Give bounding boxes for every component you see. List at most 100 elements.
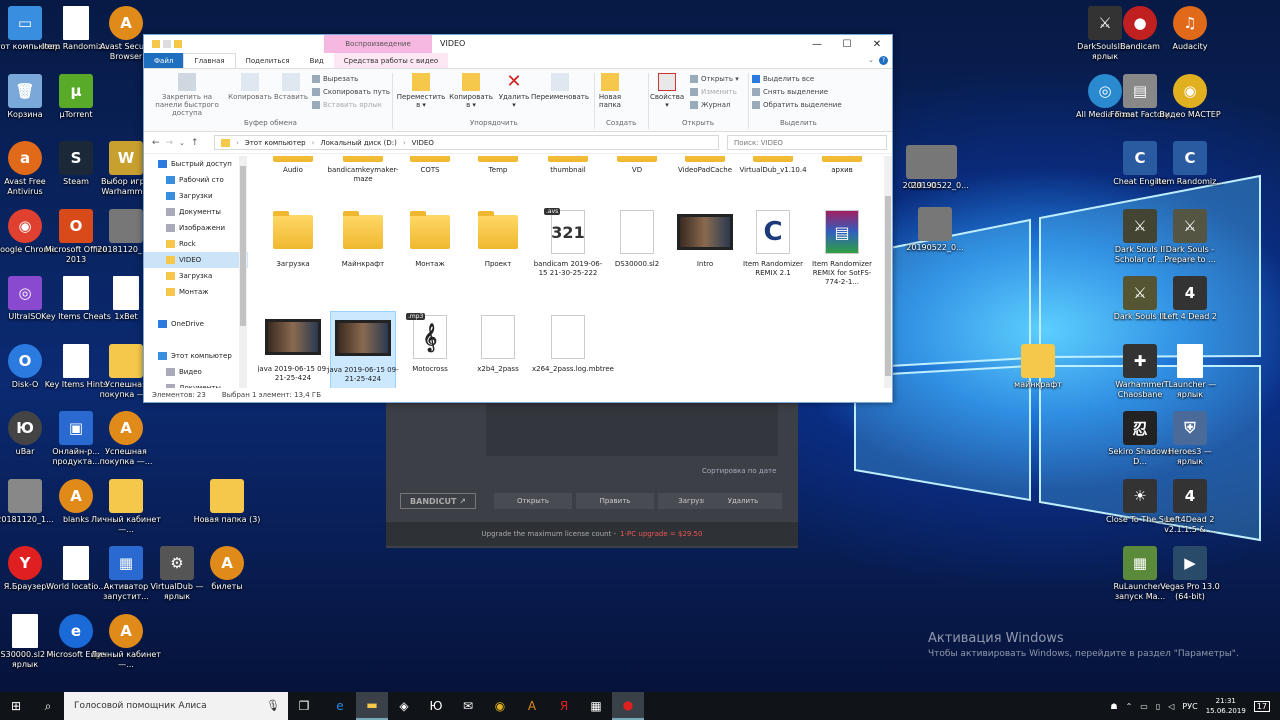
bandicut-sort-label[interactable]: Сортировка по дате (702, 467, 776, 475)
nav-item[interactable]: Документы (144, 380, 248, 388)
select-all-button[interactable]: Выделить все (752, 75, 814, 83)
chevron-down-icon[interactable]: ⌄ (868, 56, 874, 64)
desktop-icon[interactable]: ⛨ Heroes3 — ярлык (1155, 409, 1225, 475)
desktop-icon[interactable]: Новая папка (3) (192, 477, 262, 543)
windows-start-icon[interactable]: ⊞ (0, 692, 32, 720)
people-icon[interactable]: ☗ (1110, 702, 1117, 711)
breadcrumb-local-disk[interactable]: Локальный диск (D:) (320, 139, 396, 147)
up-arrow-icon[interactable]: ↑ (191, 138, 199, 148)
bandicut-edit-button[interactable]: Править (576, 493, 654, 509)
invert-selection-button[interactable]: Обратить выделение (752, 101, 842, 109)
nav-item[interactable]: Монтаж (144, 284, 248, 300)
tab-home[interactable]: Главная (183, 53, 236, 68)
file-item[interactable]: DS30000.sl2 (604, 206, 670, 306)
bandicut-open-button[interactable]: Открыть (494, 493, 572, 509)
cut-button[interactable]: Вырезать (312, 75, 358, 83)
store-icon[interactable]: ◈ (388, 692, 420, 720)
file-item[interactable]: Монтаж (397, 206, 463, 306)
bandicut-file-list[interactable] (486, 396, 778, 456)
file-item[interactable]: Проект (465, 206, 531, 306)
file-item[interactable]: Intro (672, 206, 738, 306)
desktop-icon[interactable]: майнкрафт (1003, 342, 1073, 408)
file-item[interactable]: Майнкрафт (330, 206, 396, 306)
tab-share[interactable]: Поделиться (236, 53, 300, 68)
history-button[interactable]: Журнал (690, 101, 730, 109)
copy-button[interactable]: Копировать (228, 73, 272, 101)
file-item[interactable]: C Item Randomizer REMIX 2.1 (740, 206, 806, 306)
forward-arrow-icon[interactable]: → (166, 138, 174, 148)
file-item[interactable]: x264_2pass.log.mbtree (532, 311, 614, 388)
paste-shortcut-button[interactable]: Вставить ярлык (312, 101, 382, 109)
copy-to-button[interactable]: Копировать в ▾ (446, 73, 496, 109)
desktop-icon[interactable]: µ µTorrent (41, 72, 111, 138)
new-folder-quick-icon[interactable] (174, 40, 182, 48)
avast-browser-icon[interactable]: A (516, 692, 548, 720)
volume-icon[interactable]: ◁ (1168, 702, 1174, 711)
desktop-icon[interactable]: ⚔ Dark Souls - Prepare to ... (1155, 207, 1225, 273)
desktop-icon[interactable]: Aбилеты (192, 544, 262, 610)
tab-video-tools[interactable]: Средства работы с видео (333, 53, 449, 68)
content-scrollbar[interactable] (884, 156, 892, 388)
desktop-icon[interactable]: 4 Left4Dead 2 v2.1.1.5 & ... (1155, 477, 1225, 543)
file-item[interactable]: .avs 321 bandicam 2019-06-15 21-30-25-222 (534, 206, 602, 306)
desktop-icon[interactable]: 4 Left 4 Dead 2 (1155, 274, 1225, 340)
properties-quick-icon[interactable] (163, 40, 171, 48)
pin-quick-access-button[interactable]: Закрепить на панели быстрого доступа (148, 73, 226, 117)
desktop-icon[interactable]: 20190522_0... (900, 205, 970, 271)
new-folder-button[interactable]: Новая папка (596, 73, 624, 109)
nav-item[interactable]: VIDEO (144, 252, 248, 268)
nav-item[interactable]: Видео (144, 364, 248, 380)
desktop-icon[interactable]: TLauncher — ярлык (1155, 342, 1225, 408)
mail-icon[interactable]: ✉ (452, 692, 484, 720)
microphone-icon[interactable]: 🎙 (266, 699, 280, 712)
rename-button[interactable]: Переименовать (530, 73, 590, 101)
nav-item[interactable]: Этот компьютер (144, 348, 248, 364)
nav-item[interactable]: Загрузки✱ (144, 188, 248, 204)
nav-item[interactable]: Загрузка (144, 268, 248, 284)
chrome-icon[interactable]: ◉ (484, 692, 516, 720)
yandex-icon[interactable]: Я (548, 692, 580, 720)
maximize-button[interactable]: ☐ (832, 35, 862, 53)
nav-scrollbar[interactable] (239, 156, 247, 388)
desktop-icon[interactable]: ♫ Audacity (1155, 4, 1225, 70)
desktop-icon[interactable]: Личный кабинет —... (91, 477, 161, 543)
explorer-icon[interactable]: ▬ (356, 692, 388, 720)
file-item[interactable]: .mp3 𝄞 Motocross (397, 311, 463, 388)
battery-icon[interactable]: ▯ (1156, 702, 1160, 711)
move-to-button[interactable]: Переместить в ▾ (396, 73, 446, 109)
bandicam-icon[interactable]: ● (612, 692, 644, 720)
edit-button[interactable]: Изменить (690, 88, 737, 96)
address-bar[interactable]: › Этот компьютер › Локальный диск (D:) › V… (214, 135, 719, 150)
desktop-icon[interactable]: ◉ Видео МАСТЕР (1155, 72, 1225, 138)
breadcrumb-video[interactable]: VIDEO (412, 139, 434, 147)
paste-button[interactable]: Вставить (272, 73, 310, 101)
close-button[interactable]: ✕ (862, 35, 892, 53)
nav-item[interactable]: OneDrive (144, 316, 248, 332)
title-bar[interactable]: Воспроизведение VIDEO — ☐ ✕ (144, 35, 892, 53)
bandicut-logo[interactable]: BANDICUT ↗ (400, 493, 476, 509)
file-item[interactable]: x2b4_2pass (465, 311, 531, 388)
desktop-icon[interactable]: A Успешная покупка —... (91, 409, 161, 475)
chevron-up-icon[interactable]: ⌃ (1126, 702, 1133, 711)
notification-icon[interactable]: 17 (1253, 700, 1270, 712)
open-button[interactable]: Открыть ▾ (690, 75, 739, 83)
back-arrow-icon[interactable]: ← (152, 138, 160, 148)
desktop-icon[interactable]: ▶ Vegas Pro 13.0 (64-bit) (1155, 544, 1225, 610)
nav-item[interactable]: Изображени✱ (144, 220, 248, 236)
network-icon[interactable]: ▭ (1140, 702, 1148, 711)
tab-view[interactable]: Вид (300, 53, 334, 68)
nav-item[interactable]: Быстрый доступ (144, 156, 248, 172)
file-item[interactable]: java 2019-06-15 09-21-25-424 (327, 311, 399, 388)
file-item[interactable]: java 2019-06-15 09-21-25-424 (258, 311, 329, 388)
search-icon[interactable]: ⌕ (32, 692, 64, 720)
task-view-icon[interactable]: ❐ (288, 692, 320, 720)
nav-item[interactable]: Рабочий сто✱ (144, 172, 248, 188)
taskbar-search[interactable]: Голосовой помощник Алиса 🎙 (64, 692, 288, 720)
desktop-icon[interactable]: C Item Randomiz... (1155, 139, 1225, 205)
copy-path-button[interactable]: Скопировать путь (312, 88, 390, 96)
breadcrumb-this-pc[interactable]: Этот компьютер (245, 139, 306, 147)
desktop-icon[interactable]: A Личный кабинет —... (91, 612, 161, 678)
chevron-down-icon[interactable]: ⌄ (179, 139, 185, 147)
bandicut-delete-button[interactable]: Удалить (704, 493, 782, 509)
ubar-icon[interactable]: Ю (420, 692, 452, 720)
